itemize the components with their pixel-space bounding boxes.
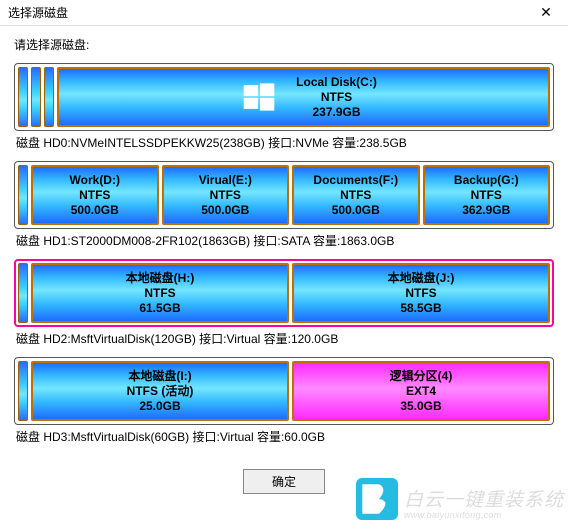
partition-name: 本地磁盘(J:)	[388, 271, 455, 286]
partition-name: Work(D:)	[70, 173, 120, 188]
reserved-slot	[44, 67, 54, 127]
ok-button[interactable]: 确定	[243, 469, 325, 494]
reserved-slot	[18, 67, 28, 127]
partition[interactable]: Backup(G:) NTFS 362.9GB	[423, 165, 551, 225]
content-area: 请选择源磁盘: Local Disk(C:) NTFS 237.9GB	[0, 26, 568, 445]
titlebar: 选择源磁盘 ✕	[0, 0, 568, 26]
reserved-slot	[18, 263, 28, 323]
partition-size: 25.0GB	[139, 399, 180, 414]
footer: 确定 白云一键重装系统 www.baiyunxitong.com	[0, 455, 568, 524]
partition-size: 58.5GB	[400, 301, 441, 316]
disk-info: 磁盘 HD2:MsftVirtualDisk(120GB) 接口:Virtual…	[14, 330, 554, 347]
brand-watermark: 白云一键重装系统 www.baiyunxitong.com	[356, 478, 564, 520]
partition[interactable]: Work(D:) NTFS 500.0GB	[31, 165, 159, 225]
partition-fs: NTFS	[144, 286, 175, 301]
disk-row: Local Disk(C:) NTFS 237.9GB	[18, 67, 550, 127]
disk-group-3[interactable]: 本地磁盘(I:) NTFS (活动) 25.0GB 逻辑分区(4) EXT4 3…	[14, 357, 554, 425]
reserved-slot	[18, 165, 28, 225]
partition-name: Local Disk(C:)	[296, 75, 377, 90]
partition[interactable]: 本地磁盘(H:) NTFS 61.5GB	[31, 263, 289, 323]
partition-size: 500.0GB	[332, 203, 380, 218]
partition-size: 362.9GB	[462, 203, 510, 218]
partition-size: 237.9GB	[296, 105, 377, 120]
partition-fs: NTFS	[405, 286, 436, 301]
partition-name: 逻辑分区(4)	[390, 369, 453, 384]
prompt-label: 请选择源磁盘:	[14, 36, 554, 53]
disk-info: 磁盘 HD3:MsftVirtualDisk(60GB) 接口:Virtual …	[14, 428, 554, 445]
partition[interactable]: Virual(E:) NTFS 500.0GB	[162, 165, 290, 225]
partition-size: 500.0GB	[71, 203, 119, 218]
partition-fs: NTFS	[210, 188, 241, 203]
partition-name: 本地磁盘(I:)	[128, 369, 191, 384]
disk-group-0[interactable]: Local Disk(C:) NTFS 237.9GB	[14, 63, 554, 131]
partition[interactable]: Documents(F:) NTFS 500.0GB	[292, 165, 420, 225]
disk-group-2[interactable]: 本地磁盘(H:) NTFS 61.5GB 本地磁盘(J:) NTFS 58.5G…	[14, 259, 554, 327]
partition-size: 35.0GB	[400, 399, 441, 414]
disk-group-1[interactable]: Work(D:) NTFS 500.0GB Virual(E:) NTFS 50…	[14, 161, 554, 229]
partition-name: Backup(G:)	[454, 173, 519, 188]
reserved-slot	[18, 361, 28, 421]
brand-url: www.baiyunxitong.com	[404, 510, 564, 520]
windows-icon	[242, 80, 276, 114]
partition[interactable]: Local Disk(C:) NTFS 237.9GB	[57, 67, 550, 127]
partition-fs: NTFS (活动)	[127, 384, 194, 399]
brand-logo-icon	[356, 478, 398, 520]
partition-name: Documents(F:)	[313, 173, 398, 188]
disk-info: 磁盘 HD0:NVMeINTELSSDPEKKW25(238GB) 接口:NVM…	[14, 134, 554, 151]
partition-fs: NTFS	[296, 90, 377, 105]
window-title: 选择源磁盘	[8, 4, 528, 21]
partition-size: 61.5GB	[139, 301, 180, 316]
brand-text: 白云一键重装系统	[404, 491, 564, 510]
partition-fs: EXT4	[406, 384, 436, 399]
partition-fs: NTFS	[79, 188, 110, 203]
partition-fs: NTFS	[471, 188, 502, 203]
partition[interactable]: 本地磁盘(I:) NTFS (活动) 25.0GB	[31, 361, 289, 421]
reserved-slot	[31, 67, 41, 127]
partition[interactable]: 本地磁盘(J:) NTFS 58.5GB	[292, 263, 550, 323]
disk-row: 本地磁盘(H:) NTFS 61.5GB 本地磁盘(J:) NTFS 58.5G…	[18, 263, 550, 323]
disk-info: 磁盘 HD1:ST2000DM008-2FR102(1863GB) 接口:SAT…	[14, 232, 554, 249]
close-icon[interactable]: ✕	[528, 4, 564, 21]
partition-size: 500.0GB	[201, 203, 249, 218]
disk-row: Work(D:) NTFS 500.0GB Virual(E:) NTFS 50…	[18, 165, 550, 225]
partition[interactable]: 逻辑分区(4) EXT4 35.0GB	[292, 361, 550, 421]
disk-row: 本地磁盘(I:) NTFS (活动) 25.0GB 逻辑分区(4) EXT4 3…	[18, 361, 550, 421]
partition-name: 本地磁盘(H:)	[126, 271, 195, 286]
partition-fs: NTFS	[340, 188, 371, 203]
partition-name: Virual(E:)	[199, 173, 252, 188]
